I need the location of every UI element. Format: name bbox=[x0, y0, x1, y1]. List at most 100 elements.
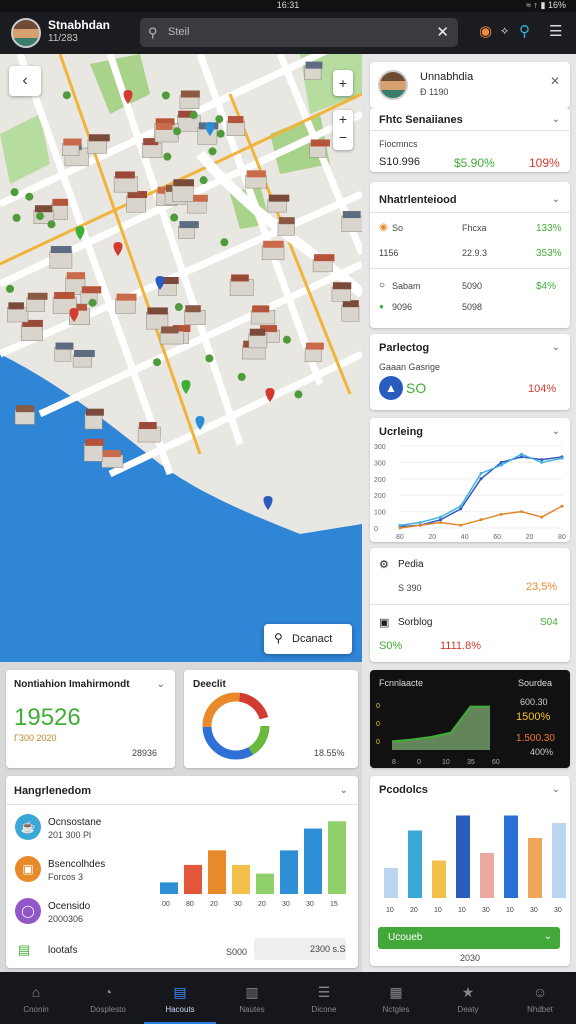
avatar[interactable] bbox=[11, 18, 41, 48]
data-point bbox=[479, 477, 483, 481]
map-roof bbox=[63, 138, 82, 146]
chevron-down-icon[interactable]: ⌄ bbox=[340, 785, 348, 796]
map-pin-icon bbox=[195, 416, 205, 430]
progress-card[interactable]: Fcnnlaacte Sourdea 0 0 0 8 0 10 35 60 600.30 15… bbox=[370, 670, 570, 768]
tab-hacouts[interactable]: ▤ Hacouts bbox=[144, 972, 216, 1024]
map-roof bbox=[8, 302, 24, 310]
data-point bbox=[459, 504, 463, 508]
map-pin-icon bbox=[123, 90, 133, 104]
tab-nautes[interactable]: ▥ Nautes bbox=[216, 972, 288, 1024]
y-tick-label: 300 bbox=[374, 460, 386, 467]
products-card[interactable]: Pcodolcs ⌄ 10 20 10 10 30 10 30 30 Ucoueb ⌄ 203… bbox=[370, 776, 570, 966]
map-tree bbox=[10, 188, 19, 197]
chevron-down-icon[interactable]: ⌄ bbox=[552, 784, 560, 795]
row-a: Sabam bbox=[392, 281, 421, 291]
bar bbox=[328, 821, 346, 894]
x-tick-label: 20 bbox=[428, 534, 436, 541]
chevron-down-icon[interactable]: ⌄ bbox=[157, 679, 165, 690]
alert-icon[interactable]: ◉ bbox=[479, 22, 492, 40]
close-icon[interactable]: ✕ bbox=[436, 23, 449, 41]
data-point bbox=[398, 523, 402, 527]
categories-footer-field[interactable]: 2300 s.S bbox=[254, 938, 346, 960]
data-point bbox=[540, 458, 544, 462]
categories-card[interactable]: Hangrlenedom ⌄ ☕ Ocnsostane 201 300 Pl ▣… bbox=[6, 776, 358, 968]
data-point bbox=[418, 523, 422, 527]
map-roof bbox=[231, 274, 249, 282]
map-pin-icon bbox=[113, 242, 123, 256]
products-button[interactable]: Ucoueb ⌄ bbox=[378, 927, 560, 949]
trending-title: Ucrleing bbox=[379, 426, 424, 438]
x-tick-label: 35 bbox=[467, 759, 475, 766]
chart-icon: ▥ bbox=[245, 984, 259, 1000]
chevron-down-icon[interactable]: ⌄ bbox=[552, 426, 560, 437]
parking-sub: Gaaan Gasrige bbox=[379, 362, 441, 372]
map-roof bbox=[147, 307, 168, 315]
x-tick-label: 10 bbox=[506, 907, 514, 914]
zoom-in-button[interactable]: + bbox=[333, 70, 353, 96]
data-point bbox=[560, 504, 564, 508]
row-c: $4% bbox=[536, 281, 557, 292]
stats-title: Fhtc Senaiianes bbox=[379, 114, 463, 126]
x-tick-label: 60 bbox=[492, 759, 500, 766]
map-tree bbox=[216, 129, 225, 138]
bar bbox=[552, 823, 566, 898]
x-tick-label: 30 bbox=[482, 907, 490, 914]
progress-v2: 1.500.30 bbox=[516, 733, 555, 744]
map-tree bbox=[173, 127, 182, 136]
row-b: 5090 bbox=[462, 281, 483, 291]
map-tree bbox=[12, 213, 21, 222]
finance-item2-value: S04 bbox=[540, 617, 558, 628]
search-icon[interactable]: ⚲ bbox=[519, 22, 530, 40]
discover-button[interactable]: ⚲ Dcanact bbox=[264, 624, 352, 654]
menu-icon[interactable]: ☰ bbox=[549, 22, 562, 40]
map-view[interactable]: ‹ + + − ⚲ Dcanact bbox=[0, 54, 362, 662]
category-name: Ocnsostane bbox=[48, 817, 102, 828]
donut-card[interactable]: Deeclit 18.55% bbox=[184, 670, 358, 768]
tab-nhdbet[interactable]: ☺ Nhdbet bbox=[504, 972, 576, 1024]
tab-label: Cnonin bbox=[23, 1005, 49, 1014]
bar bbox=[504, 815, 518, 898]
zoom-out-button[interactable]: + − bbox=[333, 110, 353, 150]
y-tick-label: 100 bbox=[374, 510, 386, 517]
search-input[interactable]: Steil bbox=[168, 26, 189, 38]
list-icon: ☰ bbox=[317, 984, 331, 1000]
data-point bbox=[499, 463, 503, 467]
progress-v3: 400% bbox=[530, 747, 554, 757]
share-icon[interactable]: ⟡ bbox=[501, 25, 508, 38]
chevron-down-icon[interactable]: ⌄ bbox=[552, 194, 560, 205]
tab-deaty[interactable]: ★ Deaty bbox=[432, 972, 504, 1024]
y-tick-label: 0 bbox=[374, 526, 378, 533]
map-roof bbox=[54, 291, 75, 299]
back-button[interactable]: ‹ bbox=[9, 66, 41, 96]
map-tree bbox=[215, 115, 224, 124]
trending-card[interactable]: Ucrleing ⌄ 300 300 200 200 100 0 80 20 40 60 20 80 bbox=[370, 418, 570, 542]
map-tree bbox=[220, 238, 229, 247]
tab-label: Nautes bbox=[239, 1005, 265, 1014]
y-tick-label: 0 bbox=[376, 739, 380, 746]
profile-card[interactable]: Unnabhdia Ð 1190 ✕ bbox=[370, 62, 570, 108]
search-bar[interactable]: ⚲ Steil ✕ bbox=[140, 18, 458, 47]
summary-card[interactable]: Nontiahion Imahirmondt ⌄ 19526 Γ300 2020… bbox=[6, 670, 175, 768]
close-icon[interactable]: ✕ bbox=[550, 74, 560, 88]
data-point bbox=[560, 456, 564, 460]
search-icon: ⚲ bbox=[148, 25, 158, 40]
stats-v1: S10.996 bbox=[379, 156, 420, 168]
tab-dicone[interactable]: ☰ Dicone bbox=[288, 972, 360, 1024]
map-roof bbox=[305, 61, 323, 69]
chart-icon: ▤ bbox=[18, 942, 31, 957]
bar bbox=[456, 815, 470, 898]
notifications-card[interactable]: Nhatrlenteiood ⌄ ◉ So Fhcxa 133% 1156 22… bbox=[370, 182, 570, 328]
chevron-down-icon[interactable]: ⌄ bbox=[552, 114, 560, 125]
data-point bbox=[520, 452, 523, 456]
tab-dosplesto[interactable]: ◔ Dosplesto bbox=[72, 972, 144, 1024]
map-building bbox=[126, 195, 146, 213]
tab-cnonin[interactable]: ⌂ Cnonin bbox=[0, 972, 72, 1024]
tab-nctgles[interactable]: ▦ Nctgles bbox=[360, 972, 432, 1024]
chevron-down-icon[interactable]: ⌄ bbox=[552, 342, 560, 353]
parking-card[interactable]: Parlectog ⌄ Gaaan Gasrige ▲ SO 104% bbox=[370, 334, 570, 410]
stats-card[interactable]: Fhtc Senaiianes ⌄ Fiocmncs S10.996 $5.90… bbox=[370, 108, 570, 172]
map-roof bbox=[27, 292, 48, 300]
map-roof bbox=[88, 134, 110, 142]
finance-card[interactable]: ⚙ Pedia S 390 23,5% ▣ Sorblog S04 S0% 11… bbox=[370, 548, 570, 662]
data-point bbox=[520, 455, 523, 459]
